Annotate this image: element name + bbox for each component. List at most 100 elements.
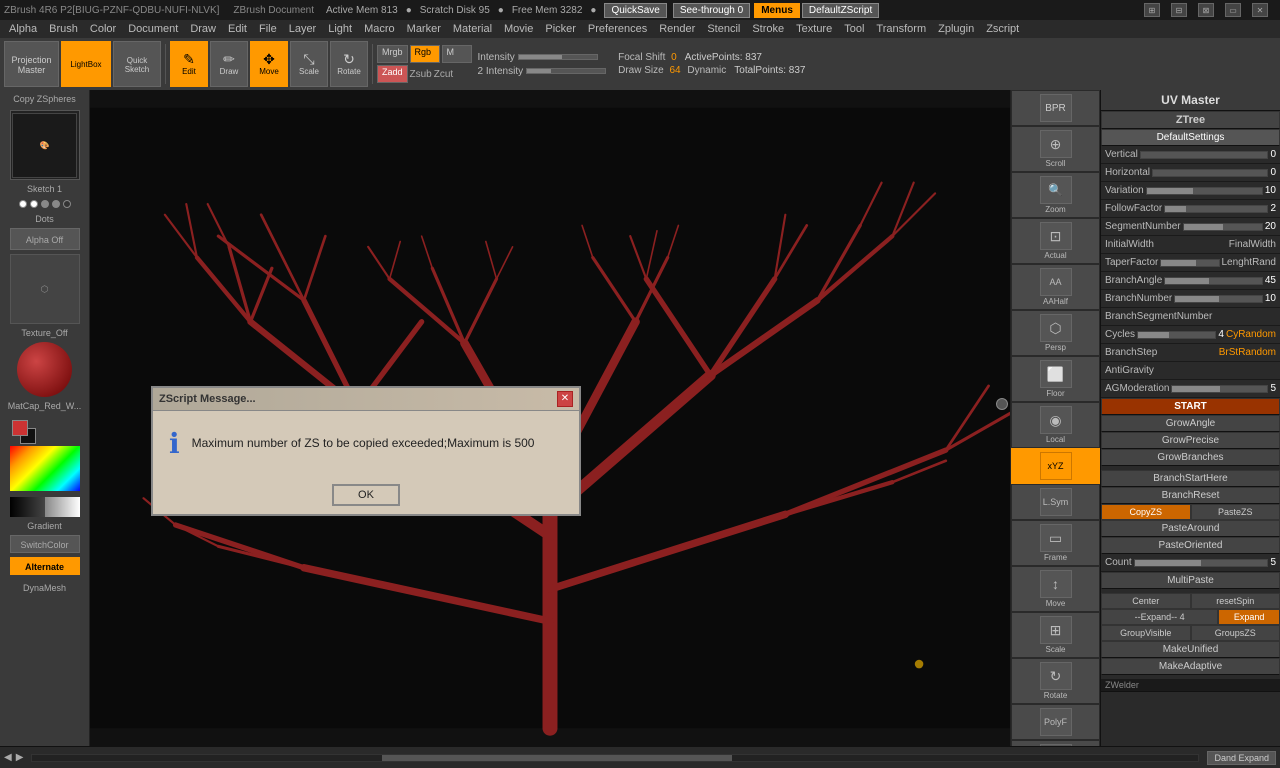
gradient-black[interactable]: [10, 497, 45, 517]
dialog-ok-button[interactable]: OK: [332, 484, 400, 506]
multi-paste-button[interactable]: MultiPaste: [1101, 572, 1280, 589]
bottom-scroll-bar[interactable]: [31, 754, 1199, 762]
vertical-slider[interactable]: [1140, 151, 1269, 159]
z-intensity-slider[interactable]: 2 Intensity: [478, 66, 607, 77]
menu-macro[interactable]: Macro: [359, 23, 400, 35]
alpha-button[interactable]: Alpha Off: [10, 228, 80, 250]
gradient-white[interactable]: [45, 497, 80, 517]
foreground-color[interactable]: [12, 420, 28, 436]
menu-tool[interactable]: Tool: [839, 23, 869, 35]
sketch-thumbnail[interactable]: 🎨: [10, 110, 80, 180]
draw-button[interactable]: ✏ Draw: [210, 41, 248, 87]
expand-val-button[interactable]: --Expand-- 4: [1101, 609, 1218, 625]
bottom-left-arrow[interactable]: ◀: [4, 752, 12, 763]
rotate-button[interactable]: ↻ Rotate: [330, 41, 368, 87]
floor-button[interactable]: ⬜ Floor: [1011, 356, 1100, 402]
scroll-button[interactable]: ⊕ Scroll: [1011, 126, 1100, 172]
color-picker-area[interactable]: [10, 418, 80, 491]
switch-color-button[interactable]: SwitchColor: [10, 535, 80, 553]
menu-marker[interactable]: Marker: [402, 23, 446, 35]
bpr-button[interactable]: BPR: [1011, 90, 1100, 126]
dialog-close-button[interactable]: ✕: [557, 391, 573, 407]
menu-transform[interactable]: Transform: [871, 23, 931, 35]
groups-zs-button[interactable]: GroupsZS: [1191, 625, 1280, 641]
menu-light[interactable]: Light: [323, 23, 357, 35]
grow-branches-button[interactable]: GrowBranches: [1101, 449, 1280, 466]
menus-button[interactable]: Menus: [754, 3, 800, 18]
menu-document[interactable]: Document: [123, 23, 183, 35]
see-through-button[interactable]: See-through 0: [673, 3, 750, 18]
transp-button[interactable]: ◫ Transp: [1011, 740, 1100, 746]
zoom-button[interactable]: 🔍 Zoom: [1011, 172, 1100, 218]
ag-slider[interactable]: [1171, 385, 1268, 393]
menu-texture[interactable]: Texture: [791, 23, 837, 35]
title-icon-5[interactable]: ✕: [1252, 3, 1268, 17]
actual-button[interactable]: ⊡ Actual: [1011, 218, 1100, 264]
intensity-slider[interactable]: Intensity: [478, 52, 607, 63]
paste-oriented-button[interactable]: PasteOriented: [1101, 537, 1280, 554]
lsym-button[interactable]: L.Sym: [1011, 484, 1100, 520]
title-icon-3[interactable]: ⊠: [1198, 3, 1214, 17]
scale-button[interactable]: ⤡ Scale: [290, 41, 328, 87]
menu-stroke[interactable]: Stroke: [747, 23, 789, 35]
default-settings-button[interactable]: DefaultSettings: [1101, 129, 1280, 146]
canvas-area[interactable]: ZScript Message... ✕ ℹ Maximum number of…: [90, 90, 1010, 746]
grow-precise-button[interactable]: GrowPrecise: [1101, 432, 1280, 449]
sidebar-move-button[interactable]: ↕ Move: [1011, 566, 1100, 612]
cycles-slider[interactable]: [1137, 331, 1216, 339]
persp-button[interactable]: ⬡ Persp: [1011, 310, 1100, 356]
move-button[interactable]: ✥ Move: [250, 41, 288, 87]
dialog-title-bar[interactable]: ZScript Message... ✕: [153, 388, 579, 411]
reset-spin-button[interactable]: resetSpin: [1191, 593, 1280, 609]
polyf-button[interactable]: PolyF: [1011, 704, 1100, 740]
branch-start-here-button[interactable]: BranchStartHere: [1101, 470, 1280, 487]
zadd-button[interactable]: Zadd: [377, 65, 408, 83]
aahalf-button[interactable]: AA AAHalf: [1011, 264, 1100, 310]
variation-slider[interactable]: [1146, 187, 1263, 195]
mrgb-button[interactable]: Mrgb: [377, 45, 408, 63]
menu-layer[interactable]: Layer: [284, 23, 322, 35]
make-adaptive-button[interactable]: MakeAdaptive: [1101, 658, 1280, 675]
brush-dots[interactable]: [19, 200, 71, 208]
menu-color[interactable]: Color: [85, 23, 121, 35]
local-button[interactable]: ◉ Local: [1011, 402, 1100, 448]
texture-button[interactable]: ⬡: [10, 254, 80, 324]
alternate-button[interactable]: Alternate: [10, 557, 80, 575]
menu-zplugin[interactable]: Zplugin: [933, 23, 979, 35]
lightbox-button[interactable]: LightBox: [61, 41, 111, 87]
ztree-button[interactable]: ZTree: [1101, 111, 1280, 129]
taper-slider[interactable]: [1160, 259, 1219, 267]
defaultzscript-button[interactable]: DefaultZScript: [802, 3, 879, 18]
title-icon-2[interactable]: ⊟: [1171, 3, 1187, 17]
edit-button[interactable]: ✎ Edit: [170, 41, 208, 87]
menu-brush[interactable]: Brush: [44, 23, 83, 35]
quick-sketch-button[interactable]: QuickSketch: [113, 41, 161, 87]
m-button[interactable]: M: [442, 45, 472, 63]
color-spectrum[interactable]: [10, 446, 80, 491]
count-slider[interactable]: [1134, 559, 1269, 567]
rgb-button[interactable]: Rgb: [410, 45, 440, 63]
paste-around-button[interactable]: PasteAround: [1101, 520, 1280, 537]
start-button[interactable]: START: [1101, 398, 1280, 415]
dot-3[interactable]: [41, 200, 49, 208]
menu-picker[interactable]: Picker: [540, 23, 581, 35]
dot-5[interactable]: [63, 200, 71, 208]
xyz-button[interactable]: xYZ: [1011, 448, 1100, 484]
title-icon-4[interactable]: ▭: [1225, 3, 1241, 17]
menu-movie[interactable]: Movie: [499, 23, 538, 35]
menu-stencil[interactable]: Stencil: [702, 23, 745, 35]
menu-preferences[interactable]: Preferences: [583, 23, 652, 35]
menu-render[interactable]: Render: [654, 23, 700, 35]
menu-edit[interactable]: Edit: [223, 23, 252, 35]
branch-angle-slider[interactable]: [1164, 277, 1263, 285]
expand-button-bottom[interactable]: Dand Expand: [1207, 751, 1276, 765]
frame-button[interactable]: ▭ Frame: [1011, 520, 1100, 566]
branch-number-slider[interactable]: [1174, 295, 1263, 303]
menu-zscript[interactable]: Zscript: [981, 23, 1024, 35]
dot-1[interactable]: [19, 200, 27, 208]
sidebar-rotate-button[interactable]: ↻ Rotate: [1011, 658, 1100, 704]
center-button[interactable]: Center: [1101, 593, 1191, 609]
grow-angle-button[interactable]: GrowAngle: [1101, 415, 1280, 432]
make-unified-button[interactable]: MakeUnified: [1101, 641, 1280, 658]
dot-4[interactable]: [52, 200, 60, 208]
